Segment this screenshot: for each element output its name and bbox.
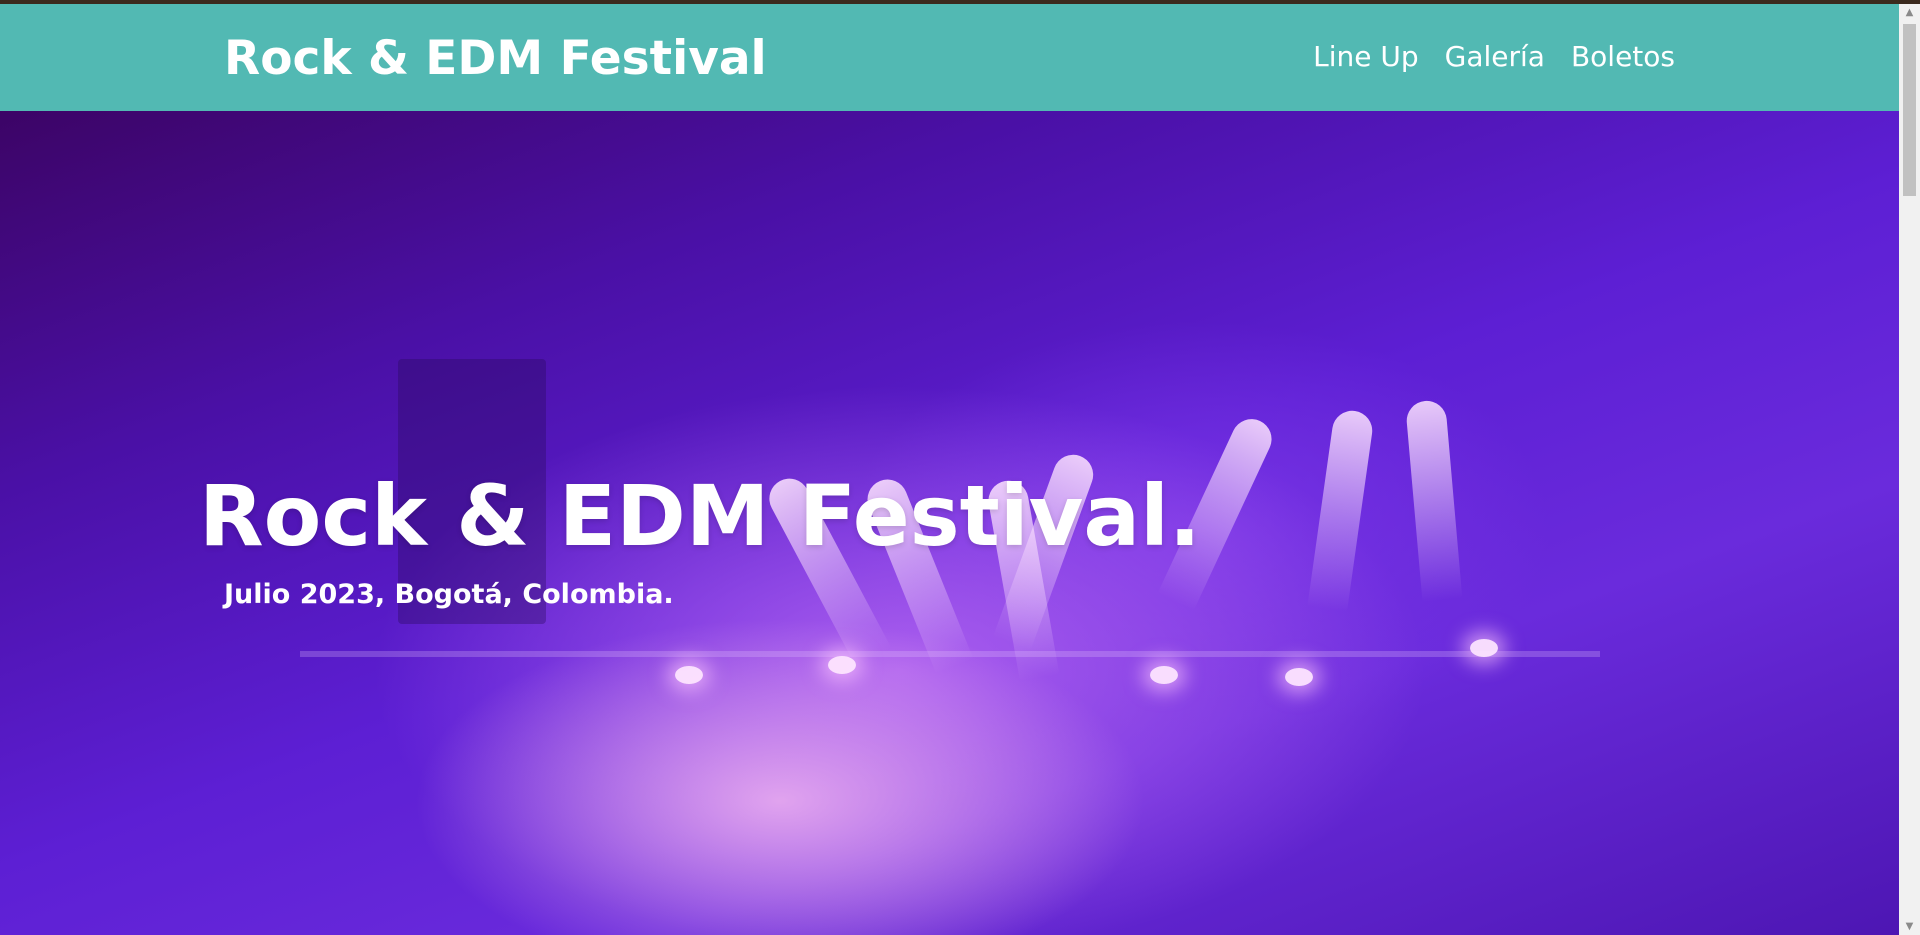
hero-subtitle: Julio 2023, Bogotá, Colombia. (224, 579, 674, 610)
hero-banner: Rock & EDM Festival. Julio 2023, Bogotá,… (0, 111, 1899, 935)
stage-spotlight (1150, 666, 1178, 684)
stage-light-beam (1405, 399, 1463, 602)
hero-title: Rock & EDM Festival. (199, 467, 1201, 565)
site-title[interactable]: Rock & EDM Festival (224, 31, 767, 86)
scroll-down-arrow-icon[interactable]: ▼ (1899, 918, 1920, 935)
nav-link-line-up[interactable]: Line Up (1313, 40, 1419, 73)
scrollbar-thumb[interactable] (1903, 24, 1916, 196)
site-header: Rock & EDM Festival Line Up Galería Bole… (0, 4, 1899, 111)
stage-spotlight (675, 666, 703, 684)
main-nav: Line Up Galería Boletos (1313, 40, 1675, 73)
page-scrollbar[interactable]: ▲ ▼ (1899, 4, 1920, 935)
nav-link-galeria[interactable]: Galería (1445, 40, 1545, 73)
stage-spotlight (1285, 668, 1313, 686)
stage-light-beam (1307, 408, 1375, 612)
stage-spotlight (828, 656, 856, 674)
stage-spotlight (1470, 639, 1498, 657)
scroll-up-arrow-icon[interactable]: ▲ (1899, 4, 1920, 21)
nav-link-boletos[interactable]: Boletos (1571, 40, 1675, 73)
